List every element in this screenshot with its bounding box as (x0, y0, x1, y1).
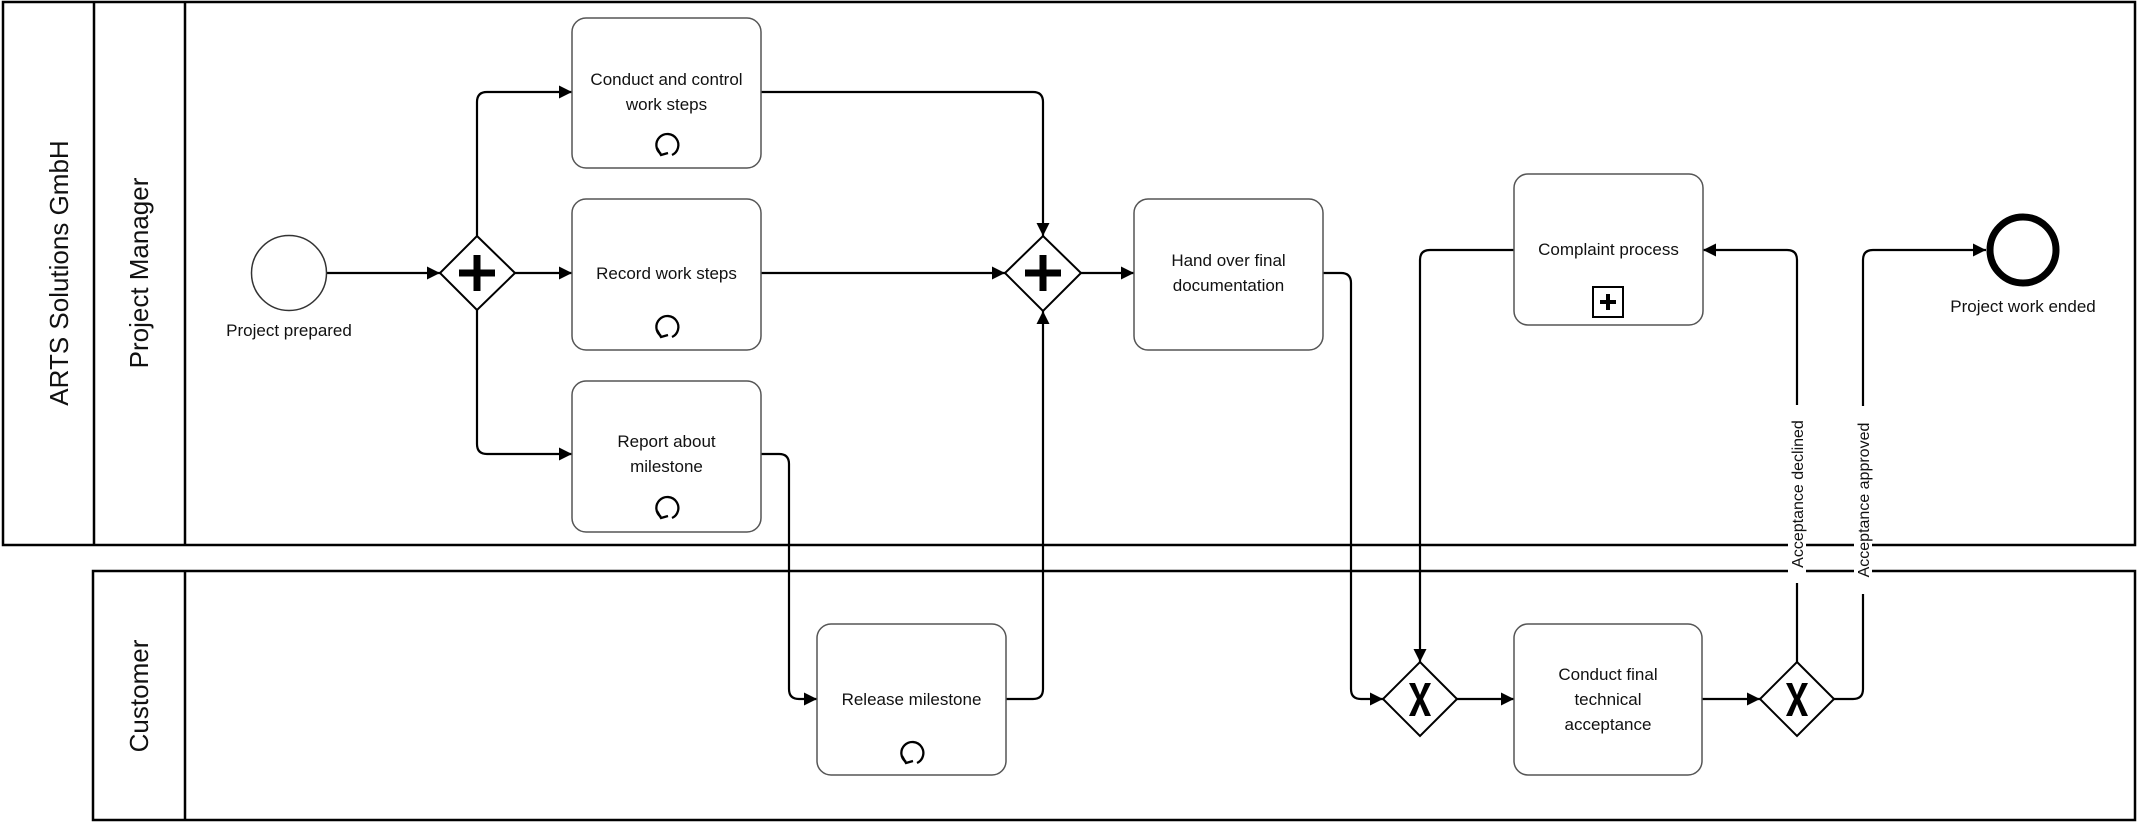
end-event-label: Project work ended (1950, 297, 2096, 316)
task-complaint-process[interactable]: Complaint process (1513, 173, 1704, 326)
task-label-line: Conduct and control (590, 70, 742, 89)
task-label-line: work steps (625, 95, 707, 114)
task-conduct-and-control[interactable]: Conduct and control work steps (571, 17, 762, 169)
task-hand-over-final-documentation[interactable]: Hand over final documentation (1133, 198, 1324, 351)
task-label-line: milestone (630, 457, 703, 476)
end-event-circle[interactable] (1986, 213, 2060, 287)
task-label-line: Report about (617, 432, 716, 451)
flow-label-approved: Acceptance approved (1854, 406, 1873, 594)
pool-label-customer: Customer (124, 639, 154, 752)
task-label-line: Release milestone (842, 690, 982, 709)
flow-label-declined: Acceptance declined (1788, 405, 1807, 583)
start-event-circle[interactable] (250, 234, 328, 312)
task-label-line: technical (1574, 690, 1641, 709)
task-conduct-final-technical-acceptance[interactable]: Conduct final technical acceptance (1513, 623, 1703, 776)
task-record-work-steps[interactable]: Record work steps (571, 198, 762, 351)
start-event-label: Project prepared (226, 321, 352, 340)
task-label-line: documentation (1173, 276, 1285, 295)
bpmn-diagram: ARTS Solutions GmbH Project Manager Cust… (1, 0, 2137, 822)
flow-label-declined-text: Acceptance declined (1790, 420, 1807, 568)
task-label-line: Hand over final (1171, 251, 1285, 270)
task-label-line: acceptance (1565, 715, 1652, 734)
lane-label-project-manager: Project Manager (124, 177, 154, 368)
flow-label-approved-text: Acceptance approved (1856, 423, 1873, 578)
collapsed-subprocess-plus-icon (1592, 286, 1624, 318)
task-release-milestone[interactable]: Release milestone (816, 623, 1007, 776)
task-label-line: Conduct final (1558, 665, 1657, 684)
task-label-line: Record work steps (596, 264, 737, 283)
task-label-line: Complaint process (1538, 240, 1679, 259)
pool-label-arts: ARTS Solutions GmbH (44, 140, 74, 405)
task-report-about-milestone[interactable]: Report about milestone (571, 380, 762, 533)
